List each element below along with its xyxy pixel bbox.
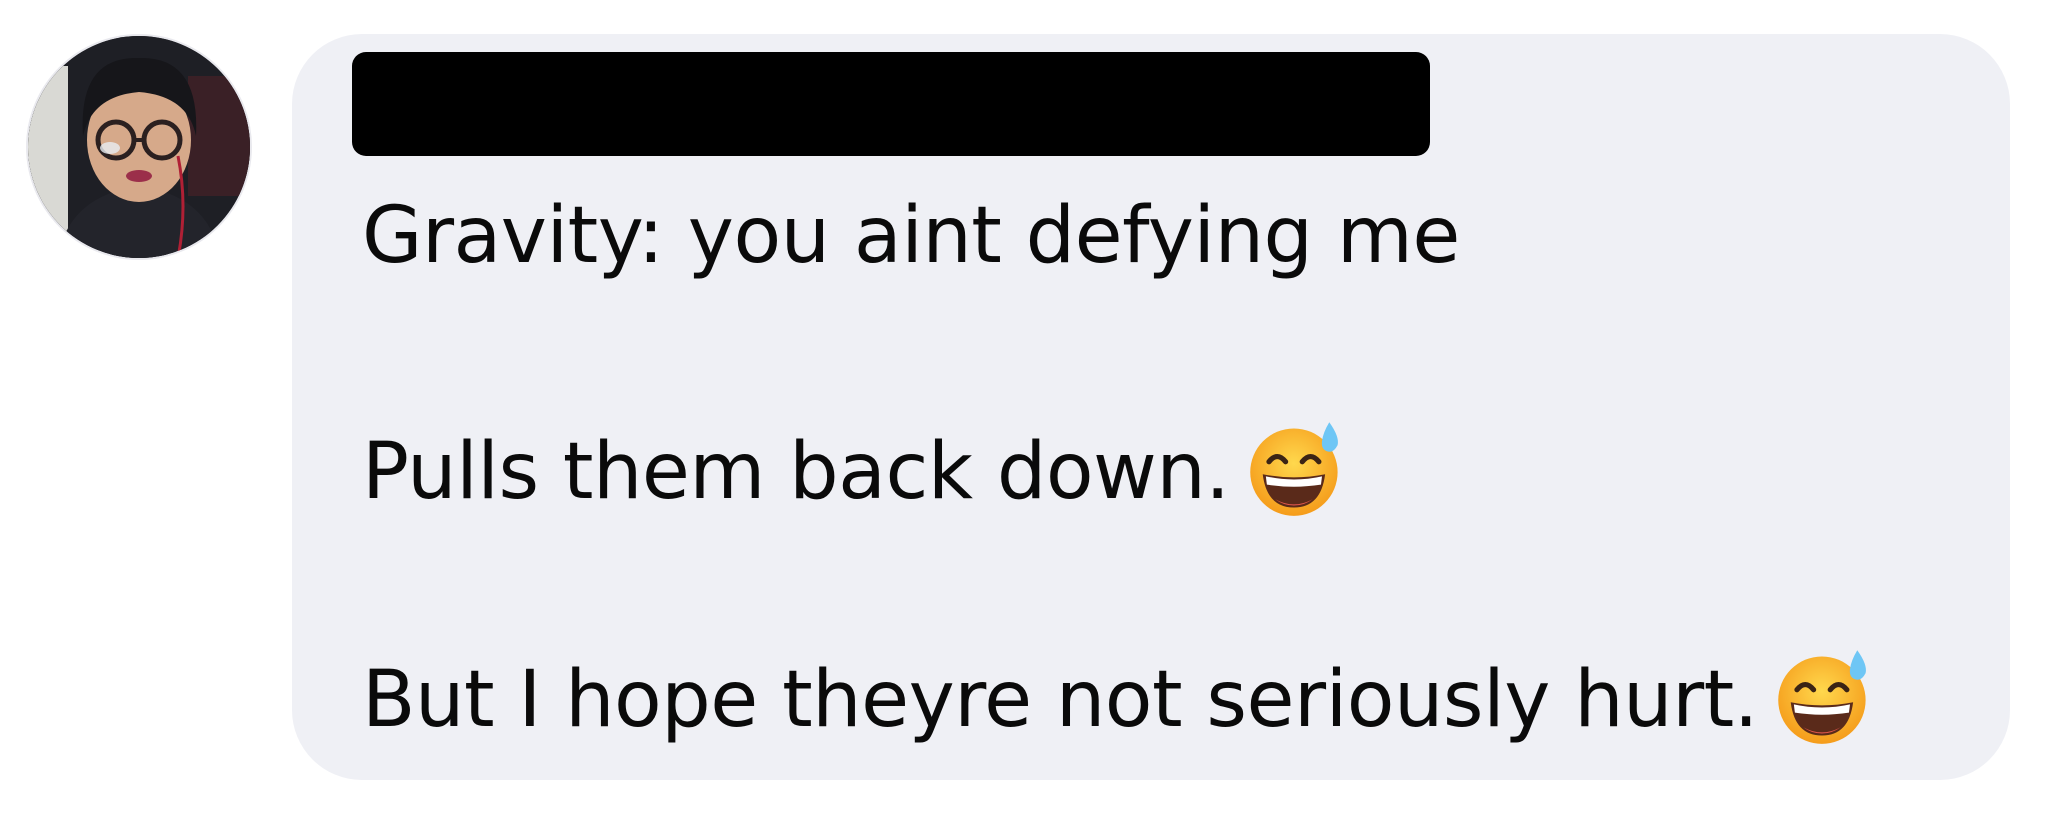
sender-name-redacted [352,52,1430,156]
grinning-face-with-sweat-icon [1772,644,1876,748]
message-line: But I hope theyre not seriously hurt. [362,644,1876,748]
sender-avatar[interactable] [28,36,250,258]
message-line: Pulls them back down. [362,416,1348,520]
message-text: But I hope theyre not seriously hurt. [362,655,1759,745]
message-line: Gravity: you aint defying me [362,188,1460,284]
message-text: Pulls them back down. [362,427,1230,517]
message-text: Gravity: you aint defying me [362,191,1460,281]
avatar-photo [28,36,250,258]
grinning-face-with-sweat-icon [1244,416,1348,520]
